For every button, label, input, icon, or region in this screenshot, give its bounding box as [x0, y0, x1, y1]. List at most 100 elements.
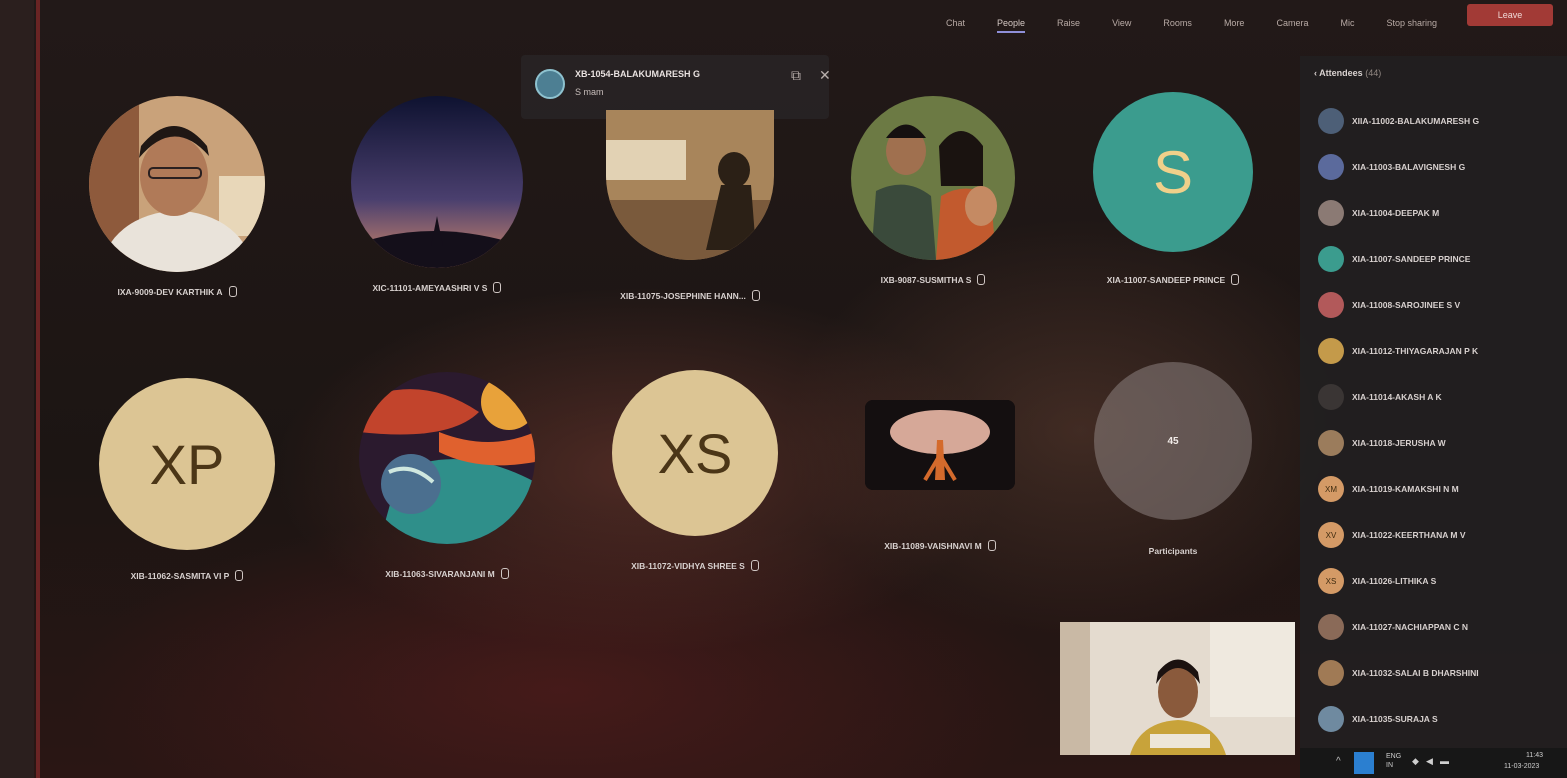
battery-icon[interactable]: ▬	[1440, 756, 1449, 766]
participant-name: XIC-11101-AMEYAASHRI V S	[372, 282, 488, 293]
attendee-row[interactable]: XS XIA-11026-LITHIKA S	[1318, 566, 1436, 596]
attendee-row[interactable]: XIIA-11002-BALAKUMARESH G	[1318, 106, 1479, 136]
participant-tile[interactable]: XP XIB-11062-SASMITA VI P	[82, 378, 292, 581]
attendees-header[interactable]: ‹ Attendees (44)	[1314, 68, 1381, 78]
close-icon[interactable]: ✕	[819, 67, 831, 84]
sitting-person-photo-icon	[606, 110, 774, 260]
participant-tile[interactable]: IXA-9009-DEV KARTHIK A	[72, 96, 282, 297]
meeting-toolbar: Chat People Raise View Rooms More Camera…	[40, 0, 1567, 56]
attendee-name: XIA-11007-SANDEEP PRINCE	[1352, 254, 1471, 264]
leave-button[interactable]: Leave	[1467, 4, 1553, 26]
attendee-row[interactable]: XIA-11032-SALAI B DHARSHINI	[1318, 658, 1479, 688]
participant-tile[interactable]: XS XIB-11072-VIDHYA SHREE S	[590, 370, 800, 571]
toolbar-raise[interactable]: Raise	[1057, 18, 1080, 33]
attendee-row[interactable]: XIA-11027-NACHIAPPAN C N	[1318, 612, 1468, 642]
participant-tile[interactable]: XIC-11101-AMEYAASHRI V S	[332, 96, 542, 293]
participant-name: XIA-11007-SANDEEP PRINCE	[1106, 274, 1226, 285]
pop-out-icon[interactable]: ⧉	[791, 67, 801, 84]
attendee-avatar: XS	[1318, 568, 1344, 594]
monitor-bezel	[0, 0, 34, 778]
avatar-initials: XP	[149, 432, 225, 496]
boy-photo-icon	[89, 96, 265, 272]
attendee-name: XIA-11032-SALAI B DHARSHINI	[1352, 668, 1479, 678]
attendee-avatar	[1318, 108, 1344, 134]
attendee-avatar	[1318, 430, 1344, 456]
participant-name: IXB-9087-SUSMITHA S	[880, 274, 972, 285]
tree-photo-icon	[865, 400, 1015, 490]
mic-muted-icon	[750, 560, 759, 571]
mic-muted-icon	[987, 540, 996, 551]
avatar-initials: XS	[657, 421, 733, 485]
participants-overflow-tile[interactable]: 45 Participants	[1068, 362, 1278, 556]
clock-date[interactable]: 11-03-2023	[1504, 763, 1539, 770]
toolbar-camera[interactable]: Camera	[1276, 18, 1308, 33]
back-chevron-icon[interactable]: ‹	[1314, 68, 1317, 78]
cosmic-planet-photo-icon	[359, 372, 535, 544]
participant-name: XIB-11062-SASMITA VI P	[130, 570, 230, 581]
initials-avatar: S	[1093, 92, 1253, 252]
windows-taskbar: ^ ENG IN ◆ ◀ ▬ 11:43 11-03-2023	[1300, 748, 1567, 778]
participant-tile[interactable]: S XIA-11007-SANDEEP PRINCE	[1068, 92, 1278, 285]
attendee-name: XIA-11004-DEEPAK M	[1352, 208, 1440, 218]
toolbar-people[interactable]: People	[997, 18, 1026, 33]
mic-muted-icon	[235, 570, 244, 581]
initials-avatar: XS	[612, 370, 778, 536]
attendee-name: XIA-11019-KAMAKSHI N M	[1352, 484, 1459, 494]
initials-avatar: XP	[99, 378, 275, 550]
attendee-name: XIA-11018-JERUSHA W	[1352, 438, 1446, 448]
attendee-row[interactable]: XIA-11003-BALAVIGNESH G	[1318, 152, 1465, 182]
participant-tile[interactable]: XIB-11075-JOSEPHINE HANN...	[585, 110, 795, 301]
toolbar-stop-sharing[interactable]: Stop sharing	[1386, 18, 1437, 33]
wifi-icon[interactable]: ◆	[1412, 756, 1419, 767]
toolbar-mic[interactable]: Mic	[1340, 18, 1354, 33]
attendee-name: XIA-11012-THIYAGARAJAN P K	[1352, 346, 1479, 356]
attendee-name: XIIA-11002-BALAKUMARESH G	[1352, 116, 1480, 126]
attendee-name: XIA-11026-LITHIKA S	[1352, 576, 1437, 586]
volume-icon[interactable]: ◀	[1426, 756, 1433, 767]
chevron-up-icon[interactable]: ^	[1336, 756, 1341, 767]
attendee-row[interactable]: XIA-11008-SAROJINEE S V	[1318, 290, 1460, 320]
notification-message: S mam	[575, 87, 604, 97]
participant-tile[interactable]: IXB-9087-SUSMITHA S	[828, 96, 1038, 285]
mic-muted-icon	[1231, 274, 1240, 285]
attendee-avatar	[1318, 614, 1344, 640]
participant-name: XIB-11075-JOSEPHINE HANN...	[620, 290, 746, 301]
attendee-row[interactable]: XIA-11007-SANDEEP PRINCE	[1318, 244, 1470, 274]
avatar-initials: S	[1152, 138, 1194, 206]
toolbar-rooms[interactable]: Rooms	[1163, 18, 1192, 33]
toolbar-more[interactable]: More	[1224, 18, 1245, 33]
participant-name: XIB-11063-SIVARANJANI M	[385, 568, 495, 579]
attendee-avatar: XM	[1318, 476, 1344, 502]
toolbar-chat[interactable]: Chat	[946, 18, 965, 33]
clock-time[interactable]: 11:43	[1526, 752, 1543, 759]
participant-name: IXA-9009-DEV KARTHIK A	[117, 286, 223, 297]
attendee-name: XIA-11027-NACHIAPPAN C N	[1352, 622, 1469, 632]
toolbar-view[interactable]: View	[1112, 18, 1131, 33]
sender-avatar	[535, 69, 565, 99]
app-icon[interactable]	[1354, 752, 1374, 774]
participant-tile[interactable]: XIB-11063-SIVARANJANI M	[342, 372, 552, 579]
attendee-avatar	[1318, 200, 1344, 226]
attendee-row[interactable]: XIA-11004-DEEPAK M	[1318, 198, 1439, 228]
group-selfie-photo-icon	[851, 96, 1015, 260]
participant-tile[interactable]: XIB-11089-VAISHNAVI M	[835, 400, 1045, 551]
attendee-row[interactable]: XV XIA-11022-KEERTHANA M V	[1318, 520, 1466, 550]
toolbar-menu: Chat People Raise View Rooms More Camera…	[946, 18, 1437, 33]
attendee-row[interactable]: XIA-11018-JERUSHA W	[1318, 428, 1446, 458]
attendee-name: XIA-11003-BALAVIGNESH G	[1352, 162, 1466, 172]
attendee-row[interactable]: XIA-11035-SURAJA S	[1318, 704, 1438, 734]
self-video-view	[1060, 622, 1295, 755]
attendee-row[interactable]: XIA-11012-THIYAGARAJAN P K	[1318, 336, 1478, 366]
attendee-avatar	[1318, 154, 1344, 180]
attendee-name: XIA-11014-AKASH A K	[1352, 392, 1442, 402]
mic-muted-icon	[493, 282, 502, 293]
participants-label: Participants	[1148, 546, 1198, 556]
attendee-avatar	[1318, 292, 1344, 318]
attendee-avatar: XV	[1318, 522, 1344, 548]
attendees-count: (44)	[1365, 68, 1382, 78]
language-indicator[interactable]: ENG IN	[1386, 752, 1401, 770]
attendee-row[interactable]: XM XIA-11019-KAMAKSHI N M	[1318, 474, 1459, 504]
attendee-name: XIA-11022-KEERTHANA M V	[1352, 530, 1466, 540]
attendee-row[interactable]: XIA-11014-AKASH A K	[1318, 382, 1442, 412]
participant-name: XIB-11072-VIDHYA SHREE S	[631, 560, 745, 571]
